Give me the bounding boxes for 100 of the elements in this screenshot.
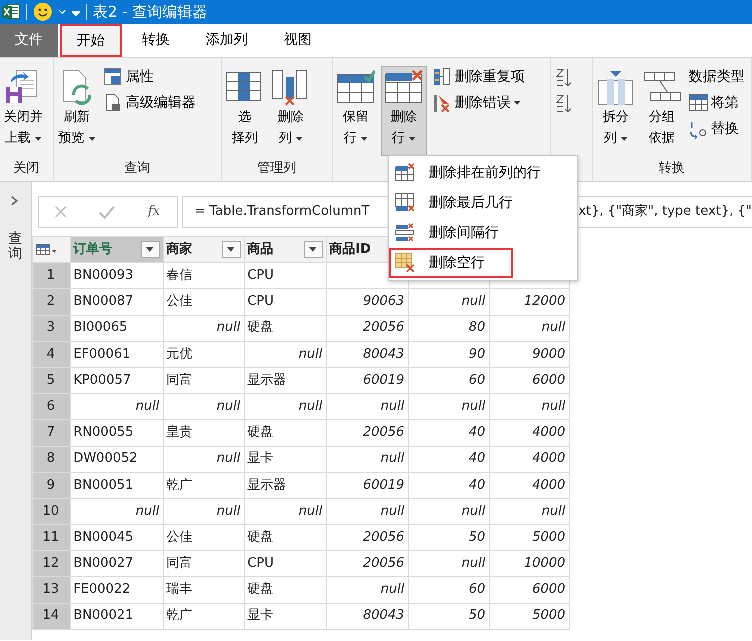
- table-cell: 皇贵: [163, 420, 244, 446]
- table-cell: 80043: [326, 341, 408, 368]
- spreadsheet-app-icon: [2, 3, 20, 21]
- table-cell: 90: [408, 341, 490, 368]
- table-cell: 20056: [326, 524, 408, 551]
- table-cell: BN00093: [70, 262, 164, 289]
- ribbon-button[interactable]: 刷新 预览: [56, 66, 98, 156]
- properties-icon: [104, 68, 123, 86]
- table-cell: null: [489, 394, 570, 420]
- row-number[interactable]: 4: [32, 341, 70, 368]
- table-cell: 5000: [489, 524, 570, 551]
- formula-text: xt}, {"商家", type text}, {": [578, 203, 752, 222]
- smiley-icon[interactable]: [33, 2, 53, 22]
- menu-item[interactable]: 删除空行: [389, 248, 513, 278]
- row-number[interactable]: 3: [32, 315, 70, 342]
- duplicate-icon: [433, 68, 452, 86]
- table-cell: 硬盘: [244, 576, 326, 604]
- table-cell: 4000: [489, 472, 570, 498]
- remove-top-rows-icon: [395, 163, 415, 183]
- table-cell: 硬盘: [244, 524, 326, 551]
- menu-item[interactable]: 删除最后几行: [389, 188, 577, 218]
- ribbon-button[interactable]: 高级编辑器: [102, 92, 198, 114]
- table-cell: null: [244, 498, 326, 525]
- table-cell: null: [163, 394, 244, 420]
- ribbon-button[interactable]: 关闭并 上载: [2, 66, 45, 156]
- ribbon-button[interactable]: 删除重复项: [431, 66, 527, 88]
- customize-icon[interactable]: [72, 8, 80, 16]
- row-number[interactable]: 6: [32, 394, 70, 420]
- table-cell: 20056: [326, 550, 408, 577]
- function-button[interactable]: fx: [148, 202, 160, 222]
- remove-alternate-rows-icon: [395, 223, 415, 243]
- expand-icon[interactable]: [11, 196, 20, 206]
- row-number[interactable]: 1: [32, 262, 70, 289]
- table-cell: null: [326, 446, 408, 472]
- column-name: 商家: [166, 240, 193, 259]
- row-number[interactable]: 11: [32, 524, 70, 551]
- table-cell: 乾广: [163, 472, 244, 498]
- ribbon-button[interactable]: 删除错误: [431, 92, 527, 114]
- table-cell: 9000: [489, 341, 570, 368]
- remove-bottom-rows-icon: [395, 193, 415, 213]
- row-number[interactable]: 8: [32, 446, 70, 472]
- filter-dropdown-button[interactable]: [304, 241, 323, 258]
- ribbon-button[interactable]: 删除 列: [270, 66, 312, 156]
- row-number[interactable]: 10: [32, 498, 70, 525]
- filter-dropdown-button[interactable]: [140, 241, 160, 258]
- menu-item[interactable]: 删除排在前列的行: [389, 158, 577, 188]
- remove-errors-icon: [433, 94, 452, 112]
- table-cell: null: [489, 498, 570, 525]
- ribbon-button[interactable]: 删除 行: [381, 66, 427, 156]
- table-cell: 40: [408, 420, 490, 446]
- ribbon-button[interactable]: 分组 依据: [641, 66, 683, 156]
- group-label: 转换: [658, 160, 686, 178]
- menu-item[interactable]: 删除间隔行: [389, 218, 577, 248]
- sort-ascending-icon: [555, 68, 574, 86]
- ribbon-button[interactable]: 将第: [687, 92, 747, 114]
- row-number[interactable]: 12: [32, 550, 70, 577]
- table-cell: 同富: [163, 367, 244, 394]
- table-cell: null: [70, 394, 164, 420]
- table-cell: null: [326, 576, 408, 604]
- column-header[interactable]: 商品: [244, 236, 326, 263]
- table-cell: 80: [408, 315, 490, 342]
- ribbon-button[interactable]: 替换: [687, 118, 747, 140]
- table-cell: 4000: [489, 446, 570, 472]
- ribbon-button[interactable]: 属性: [102, 66, 198, 88]
- column-header[interactable]: 商家: [163, 236, 244, 263]
- ribbon-tab[interactable]: 开始: [60, 24, 122, 57]
- document-icon: [104, 94, 123, 112]
- check-icon[interactable]: [99, 206, 116, 218]
- table-cell: null: [489, 315, 570, 342]
- ribbon-button[interactable]: 拆分 列: [595, 66, 637, 156]
- table-cell: CPU: [244, 288, 326, 316]
- table-cell: null: [408, 498, 490, 525]
- table-cell: 乾广: [163, 603, 244, 630]
- table-cell: null: [163, 446, 244, 472]
- table-menu-icon[interactable]: [36, 244, 58, 256]
- table-cell: DW00052: [70, 446, 164, 472]
- table-cell: BN00045: [70, 524, 164, 551]
- queries-pane-label[interactable]: 查询: [8, 232, 22, 263]
- table-cell: 90063: [326, 288, 408, 316]
- row-number[interactable]: 7: [32, 420, 70, 446]
- ribbon-button[interactable]: 选 择列: [224, 66, 266, 156]
- table-cell: 20056: [326, 420, 408, 446]
- table-cell: 显卡: [244, 446, 326, 472]
- row-number[interactable]: 5: [32, 367, 70, 394]
- table-cell: null: [408, 288, 490, 316]
- row-number[interactable]: 13: [32, 576, 70, 604]
- table-cell: 40: [408, 472, 490, 498]
- row-number[interactable]: 14: [32, 603, 70, 630]
- ribbon-button[interactable]: 保留 行: [335, 66, 377, 156]
- chevron-down-icon[interactable]: [59, 10, 66, 14]
- table-header-icon: [689, 94, 708, 112]
- formula-text: = Table.TransformColumnT: [194, 204, 370, 220]
- row-number[interactable]: 9: [32, 472, 70, 498]
- column-name: 商品ID: [330, 240, 372, 259]
- ribbon-button[interactable]: 数据类型: [687, 66, 747, 88]
- filter-dropdown-button[interactable]: [222, 241, 241, 258]
- table-cell: RN00055: [70, 420, 164, 446]
- row-number[interactable]: 2: [32, 288, 70, 316]
- table-cell: 硬盘: [244, 315, 326, 342]
- file-menu-button[interactable]: 文件: [0, 24, 58, 57]
